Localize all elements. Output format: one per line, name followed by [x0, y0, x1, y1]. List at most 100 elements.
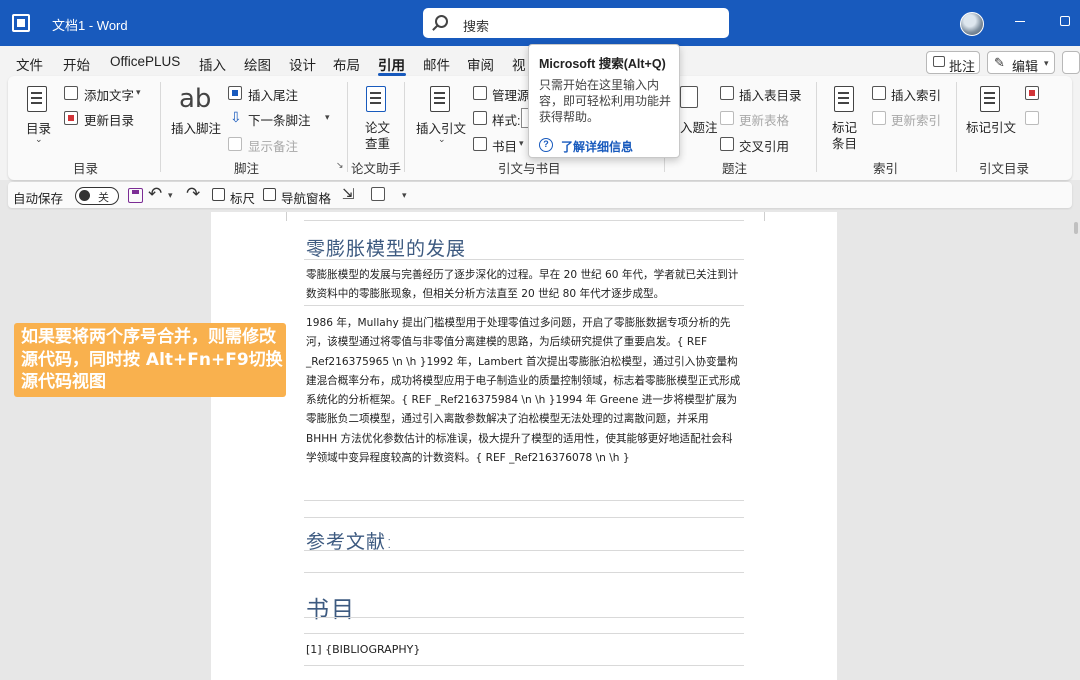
toggle-knob — [79, 190, 90, 201]
search-placeholder: 搜索 — [463, 19, 490, 34]
ribbon-separator — [404, 82, 405, 172]
style-icon — [473, 111, 487, 125]
mark-citation-button[interactable]: 标记引文 — [966, 117, 1016, 136]
paragraph-2[interactable]: 1986 年，Mullahy 提出门槛模型用于处理零值过多问题，开启了零膨胀数据… — [306, 314, 742, 468]
tab-review[interactable]: 审阅 — [467, 54, 494, 74]
tab-view[interactable]: 视 — [512, 54, 526, 74]
search-icon — [435, 15, 448, 28]
search-box[interactable]: 搜索 — [423, 8, 729, 38]
insert-endnote-button[interactable]: 插入尾注 — [248, 85, 298, 104]
restore-icon[interactable] — [1060, 16, 1070, 26]
add-text-icon — [64, 86, 78, 100]
learn-more-link[interactable]: 了解详细信息 — [561, 138, 633, 155]
ab-footnote-icon: ab — [179, 84, 212, 114]
field-codes-icon[interactable]: ⇲ — [342, 185, 355, 203]
more-options-button[interactable] — [1062, 51, 1080, 74]
manage-sources-icon — [473, 86, 487, 100]
comment-button[interactable]: 批注 — [926, 51, 980, 74]
print-preview-icon[interactable] — [371, 187, 385, 201]
add-text-chevron-icon[interactable]: ▾ — [136, 87, 141, 98]
tutorial-callout: 如果要将两个序号合并，则需修改源代码，同时按 Alt+Fn+F9切换源代码视图 — [14, 323, 286, 397]
title-bar: 文档1 - Word 搜索 — [0, 0, 1080, 46]
manage-sources-button[interactable]: 管理源 — [492, 85, 530, 104]
tab-home[interactable]: 开始 — [63, 54, 90, 74]
bibliography-field[interactable]: [1] {BIBLIOGRAPHY} — [306, 643, 420, 656]
heading-bibliography[interactable]: 书目 — [306, 590, 356, 624]
autosave-toggle[interactable]: 关 — [75, 187, 119, 205]
update-toc-icon — [64, 111, 78, 125]
bibliography-chevron-icon[interactable]: ▾ — [519, 138, 524, 149]
insert-citation-chevron-icon[interactable]: ⌄ — [438, 134, 446, 145]
tab-references[interactable]: 引用 — [378, 54, 405, 74]
dialog-launcher-icon[interactable]: ↘ — [336, 160, 344, 171]
tab-mailings[interactable]: 邮件 — [423, 54, 450, 74]
nav-pane-label: 导航窗格 — [281, 192, 332, 206]
tab-insert[interactable]: 插入 — [199, 54, 226, 74]
insert-toa-icon[interactable] — [1025, 86, 1039, 100]
tab-layout[interactable]: 布局 — [333, 54, 360, 74]
toc-chevron-down-icon[interactable]: ⌄ — [35, 134, 43, 145]
update-index-button: 更新索引 — [891, 114, 942, 128]
scrollbar[interactable] — [1074, 222, 1078, 234]
tab-officeplus[interactable]: OfficePLUS — [110, 54, 180, 69]
mark-entry-line2[interactable]: 条目 — [832, 133, 857, 152]
tab-file[interactable]: 文件 — [16, 54, 43, 74]
avatar[interactable] — [960, 12, 984, 36]
show-notes-icon — [228, 137, 242, 151]
word-app-icon[interactable] — [12, 14, 30, 32]
line-rule — [304, 500, 744, 501]
insert-caption-icon — [680, 86, 698, 108]
save-icon[interactable] — [128, 188, 143, 203]
nav-pane-checkbox[interactable] — [263, 188, 276, 201]
undo-chevron-icon[interactable]: ▾ — [168, 190, 173, 201]
redo-icon[interactable]: ↷ — [186, 184, 200, 204]
line-rule — [304, 665, 744, 666]
ribbon-separator — [347, 82, 348, 172]
group-label-toc: 目录 — [73, 162, 99, 176]
edit-mode-button[interactable]: ✎ 编辑 ▾ — [987, 51, 1055, 74]
ribbon-separator — [160, 82, 161, 172]
plagiarism-check-line2[interactable]: 查重 — [365, 133, 390, 152]
insert-index-icon — [872, 86, 886, 100]
insert-citation-icon — [430, 86, 450, 112]
cross-reference-icon — [720, 137, 734, 151]
insert-endnote-icon — [228, 86, 242, 100]
table-of-figures-icon — [720, 86, 734, 100]
group-label-index: 索引 — [873, 162, 899, 176]
next-footnote-button[interactable]: 下一条脚注 — [248, 110, 311, 129]
ruler-checkbox[interactable] — [212, 188, 225, 201]
line-rule — [304, 259, 744, 260]
line-rule — [304, 305, 744, 306]
update-toa-icon — [1025, 111, 1039, 125]
tab-design[interactable]: 设计 — [289, 54, 316, 74]
cross-reference-button[interactable]: 交叉引用 — [739, 136, 789, 155]
minimize-icon[interactable] — [1013, 14, 1027, 28]
callout-text: 如果要将两个序号合并，则需修改源代码，同时按 Alt+Fn+F9切换源代码视图 — [21, 327, 283, 392]
insert-footnote-button[interactable]: 插入脚注 — [171, 118, 221, 137]
insert-caption-button[interactable]: 入题注 — [680, 117, 718, 136]
ruler-label: 标尺 — [230, 192, 256, 206]
tab-draw[interactable]: 绘图 — [244, 54, 271, 74]
insert-index-button[interactable]: 插入索引 — [891, 85, 941, 104]
next-footnote-chevron-icon[interactable]: ▾ — [325, 112, 330, 123]
bibliography-button[interactable]: 书目 — [492, 136, 517, 155]
customize-qat-icon[interactable]: ▾ — [402, 190, 407, 201]
bibliography-icon — [473, 137, 487, 151]
comment-button-label: 批注 — [949, 59, 976, 74]
undo-icon[interactable]: ↶ — [148, 184, 162, 204]
search-tooltip: Microsoft 搜索(Alt+Q) 只需开始在这里输入内容，即可轻松利用功能… — [528, 44, 680, 158]
tooltip-body: 只需开始在这里输入内容，即可轻松利用功能并获得帮助。 — [539, 78, 672, 124]
add-text-button[interactable]: 添加文字 — [84, 85, 134, 104]
paragraph-1[interactable]: 零膨胀模型的发展与完善经历了逐步深化的过程。早在 20 世纪 60 年代，学者就… — [306, 266, 742, 305]
table-of-contents-icon — [27, 86, 47, 112]
insert-table-of-figures-button[interactable]: 插入表目录 — [739, 85, 802, 104]
update-table-button: 更新表格 — [739, 114, 790, 128]
heading-zip-development[interactable]: 零膨胀模型的发展 — [306, 234, 466, 261]
update-index-icon — [872, 111, 886, 125]
line-rule — [304, 517, 744, 518]
comment-icon — [933, 56, 945, 67]
ribbon-separator — [956, 82, 957, 172]
margin-marker — [764, 212, 765, 221]
update-toc-button[interactable]: 更新目录 — [84, 110, 134, 129]
help-icon: ? — [539, 138, 553, 152]
